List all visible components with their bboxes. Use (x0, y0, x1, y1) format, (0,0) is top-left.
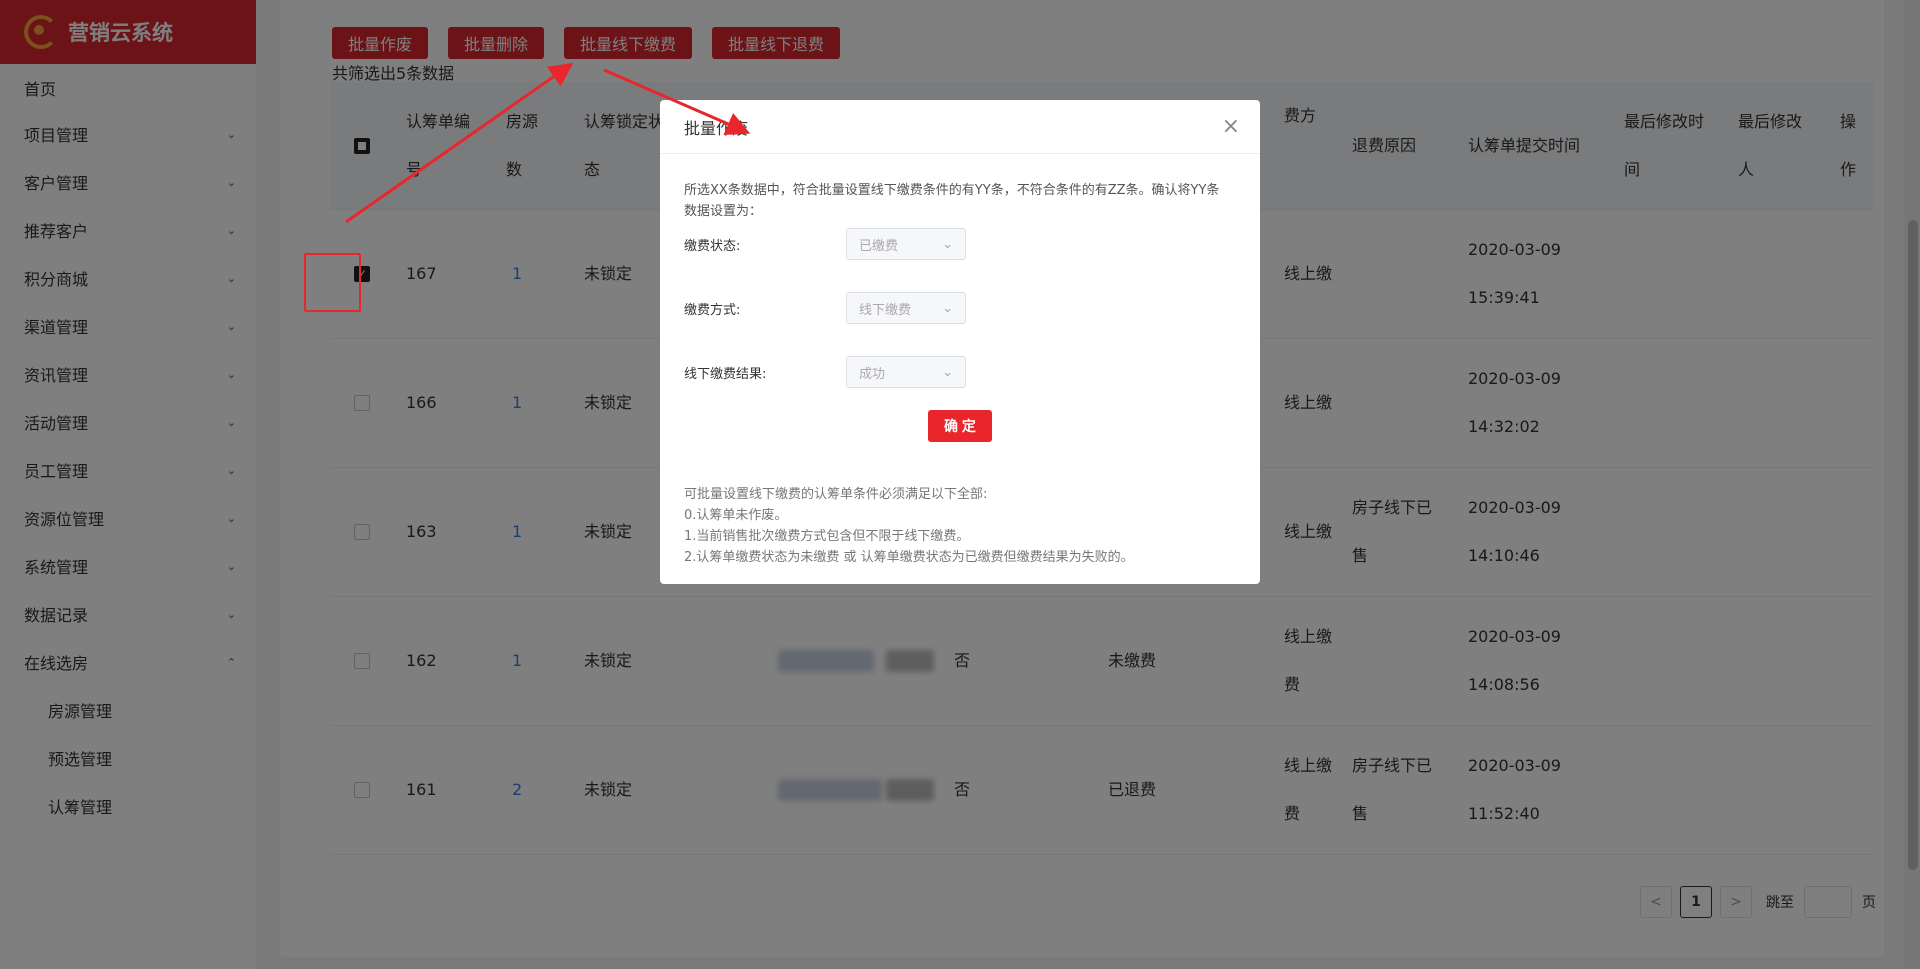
dialog-body: 所选XX条数据中，符合批量设置线下缴费条件的有YY条，不符合条件的有ZZ条。确认… (660, 154, 1260, 568)
rule-line: 可批量设置线下缴费的认筹单条件必须满足以下全部: (684, 487, 988, 502)
field-label: 缴费方式: (684, 302, 741, 318)
pay-status-select[interactable]: 已缴费 ⌄ (846, 228, 966, 260)
rule-line: 1.当前销售批次缴费方式包含但不限于线下缴费。 (684, 529, 970, 544)
dialog-header: 批量作废 × (660, 100, 1260, 154)
dialog-rules: 可批量设置线下缴费的认筹单条件必须满足以下全部: 0.认筹单未作废。 1.当前销… (684, 484, 1236, 568)
close-icon[interactable]: × (1222, 115, 1240, 138)
pay-method-select[interactable]: 线下缴费 ⌄ (846, 292, 966, 324)
field-label: 缴费状态: (684, 238, 741, 254)
rule-line: 2.认筹单缴费状态为未缴费 或 认筹单缴费状态为已缴费但缴费结果为失败的。 (684, 550, 1134, 565)
chevron-down-icon: ⌄ (942, 300, 953, 316)
form-row-offline-result: 线下缴费结果: 成功 ⌄ (684, 356, 1236, 388)
dialog-title: 批量作废 (684, 118, 749, 138)
batch-dialog: 批量作废 × 所选XX条数据中，符合批量设置线下缴费条件的有YY条，不符合条件的… (660, 100, 1260, 584)
field-label: 线下缴费结果: (684, 366, 767, 382)
annotation-highlight-box (304, 253, 361, 312)
form-row-pay-status: 缴费状态: 已缴费 ⌄ (684, 228, 1236, 260)
form-row-pay-method: 缴费方式: 线下缴费 ⌄ (684, 292, 1236, 324)
chevron-down-icon: ⌄ (942, 236, 953, 252)
confirm-button[interactable]: 确 定 (928, 410, 992, 442)
dialog-footer: 确 定 (684, 410, 1236, 442)
dialog-description: 所选XX条数据中，符合批量设置线下缴费条件的有YY条，不符合条件的有ZZ条。确认… (684, 183, 1220, 219)
chevron-down-icon: ⌄ (942, 364, 953, 380)
offline-result-select[interactable]: 成功 ⌄ (846, 356, 966, 388)
rule-line: 0.认筹单未作废。 (684, 508, 788, 523)
